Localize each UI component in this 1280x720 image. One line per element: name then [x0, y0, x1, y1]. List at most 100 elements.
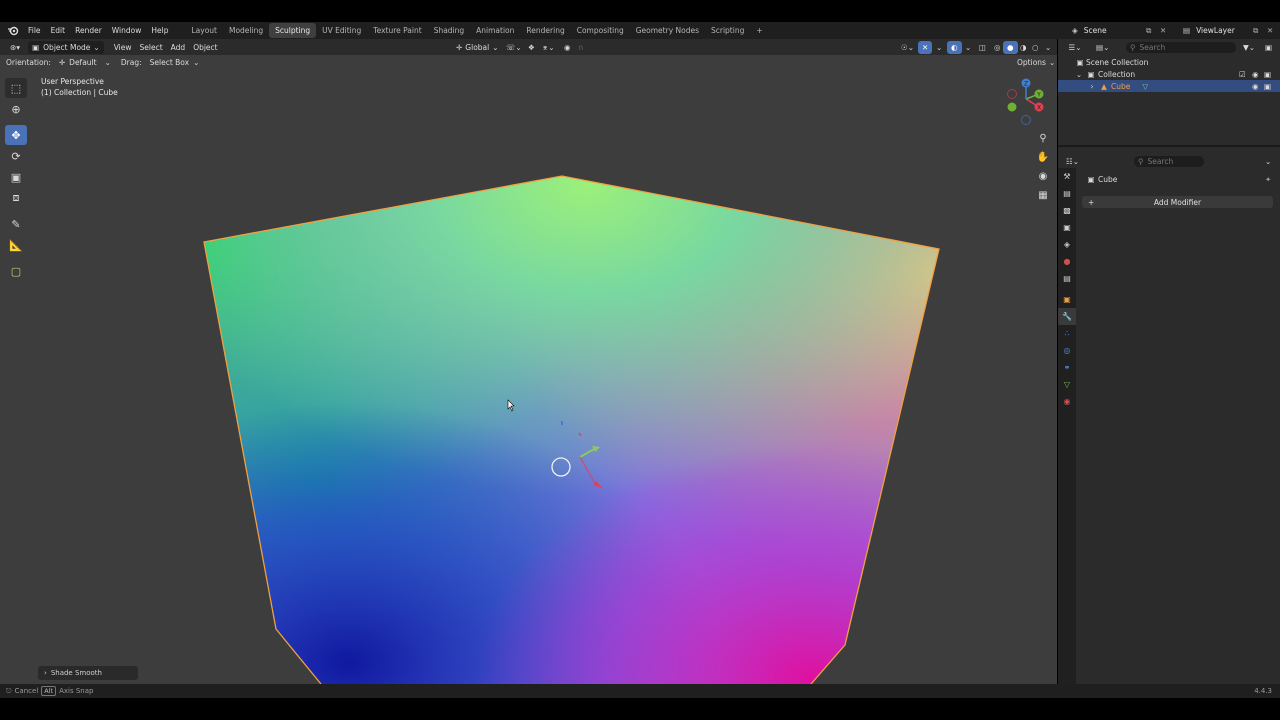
- select-box-tool-icon[interactable]: ⬚: [5, 78, 27, 98]
- camera-view-icon[interactable]: ◉: [1034, 167, 1052, 185]
- close-viewlayer-icon[interactable]: ✕: [1267, 26, 1273, 35]
- measure-tool-icon[interactable]: 📐: [5, 235, 27, 255]
- zoom-icon[interactable]: ⚲: [1034, 129, 1052, 147]
- overlay-toggle-icon[interactable]: ◐: [947, 40, 962, 54]
- gizmo-chevron-icon[interactable]: ⌄: [932, 41, 946, 54]
- tab-sculpting[interactable]: Sculpting: [269, 23, 317, 38]
- last-operator-panel[interactable]: › Shade Smooth: [38, 666, 138, 680]
- physics-tab-icon[interactable]: ◎: [1058, 342, 1076, 359]
- menu-select[interactable]: Select: [136, 41, 167, 54]
- add-cube-tool-icon[interactable]: ▢: [5, 261, 27, 281]
- render-tab-icon[interactable]: ▤: [1058, 185, 1076, 202]
- view-layer-tab-icon[interactable]: ▣: [1058, 219, 1076, 236]
- editor-type-icon[interactable]: ⊛▾: [6, 41, 24, 54]
- outliner-row-cube[interactable]: › ▲ Cube ▽ ◉ ▣: [1058, 80, 1280, 92]
- tool-tab-icon[interactable]: ⚒: [1058, 168, 1076, 185]
- pan-hand-icon[interactable]: ✋: [1034, 148, 1052, 166]
- exclude-checkbox-icon[interactable]: ☑: [1239, 70, 1246, 79]
- scene-tab-icon[interactable]: ◈: [1058, 236, 1076, 253]
- snap-icon[interactable]: ❖: [524, 41, 539, 54]
- proportional-edit-icon[interactable]: ◉: [560, 41, 575, 54]
- menu-object[interactable]: Object: [189, 41, 221, 54]
- data-tab-icon[interactable]: ▽: [1058, 376, 1076, 393]
- tab-geometry-nodes[interactable]: Geometry Nodes: [630, 23, 705, 38]
- snap-target-icon[interactable]: ⌆⌄: [538, 41, 559, 54]
- collection-tab-icon[interactable]: ▤: [1058, 270, 1076, 287]
- outliner-row-scene-collection[interactable]: ▣ Scene Collection: [1058, 56, 1280, 68]
- navigation-gizmo[interactable]: X Y Z: [1002, 74, 1052, 128]
- menu-add[interactable]: Add: [167, 41, 190, 54]
- constraints-tab-icon[interactable]: ⚭: [1058, 359, 1076, 376]
- camera-icon[interactable]: ▣: [1264, 82, 1271, 91]
- menu-edit[interactable]: Edit: [46, 26, 71, 35]
- tab-layout[interactable]: Layout: [185, 23, 223, 38]
- 3d-viewport[interactable]: [0, 39, 1057, 684]
- tab-shading[interactable]: Shading: [428, 23, 470, 38]
- overlay-chevron-icon[interactable]: ⌄: [961, 41, 975, 54]
- menu-file[interactable]: File: [23, 26, 46, 35]
- pivot-point-icon[interactable]: ☏⌄: [502, 41, 526, 54]
- options-dropdown[interactable]: Options ⌄: [1013, 56, 1059, 69]
- xray-icon[interactable]: ◫: [975, 41, 990, 54]
- scene-selector[interactable]: ◈ Scene ⧉ ✕: [1072, 23, 1180, 38]
- world-tab-icon[interactable]: ●: [1058, 253, 1076, 270]
- cube-mesh[interactable]: [0, 39, 1057, 684]
- tab-scripting[interactable]: Scripting: [705, 23, 750, 38]
- visibility-icon[interactable]: ☉⌄: [897, 41, 918, 54]
- add-modifier-button[interactable]: + Add Modifier: [1082, 196, 1273, 208]
- filter-icon[interactable]: ▼⌄: [1243, 43, 1255, 52]
- transform-tool-icon[interactable]: ⧈: [5, 188, 27, 208]
- ortho-grid-icon[interactable]: ▦: [1034, 186, 1052, 204]
- properties-search[interactable]: ⚲ Search: [1134, 155, 1204, 167]
- output-tab-icon[interactable]: ▩: [1058, 202, 1076, 219]
- mode-selector[interactable]: ▣ Object Mode ⌄: [28, 40, 104, 54]
- gizmo-neg-x-axis[interactable]: [1007, 89, 1017, 99]
- shading-chevron-icon[interactable]: ⌄: [1041, 41, 1055, 54]
- tab-uv-editing[interactable]: UV Editing: [316, 23, 367, 38]
- tab-modeling[interactable]: Modeling: [223, 23, 269, 38]
- gizmo-neg-y-axis[interactable]: [1007, 102, 1017, 112]
- tab-rendering[interactable]: Rendering: [520, 23, 570, 38]
- drag-dropdown[interactable]: Select Box ⌄: [146, 56, 204, 69]
- menu-help[interactable]: Help: [146, 26, 173, 35]
- falloff-icon[interactable]: ∩: [574, 41, 588, 54]
- tab-texture-paint[interactable]: Texture Paint: [367, 23, 427, 38]
- outliner-editor-icon[interactable]: ☰⌄: [1066, 43, 1084, 52]
- copy-scene-icon[interactable]: ⧉: [1146, 26, 1151, 36]
- chevron-down-icon[interactable]: ⌄: [1265, 157, 1271, 166]
- blender-logo-icon[interactable]: [0, 26, 23, 36]
- tab-animation[interactable]: Animation: [470, 23, 520, 38]
- gizmo-toggle-icon[interactable]: ✕: [918, 40, 933, 54]
- camera-icon[interactable]: ▣: [1264, 70, 1271, 79]
- properties-editor-icon[interactable]: ☷⌄: [1066, 157, 1079, 166]
- transform-orientation[interactable]: ✛ Global ⌄: [452, 41, 503, 54]
- menu-render[interactable]: Render: [70, 26, 107, 35]
- eye-icon[interactable]: ◉: [1252, 70, 1259, 79]
- tab-compositing[interactable]: Compositing: [571, 23, 630, 38]
- eye-icon[interactable]: ◉: [1252, 82, 1259, 91]
- display-mode-icon[interactable]: ▤⌄: [1096, 43, 1109, 52]
- gizmo-neg-z-axis[interactable]: [1021, 115, 1031, 125]
- annotate-tool-icon[interactable]: ✎: [5, 214, 27, 234]
- add-workspace-button[interactable]: +: [750, 23, 768, 38]
- mesh-data-icon[interactable]: ▽: [1142, 82, 1148, 91]
- modifier-tab-icon[interactable]: 🔧: [1058, 308, 1076, 325]
- outliner-search[interactable]: ⚲ Search: [1126, 41, 1236, 53]
- orientation-dropdown[interactable]: ✛ Default ⌄: [55, 56, 115, 69]
- particles-tab-icon[interactable]: ∴: [1058, 325, 1076, 342]
- object-tab-icon[interactable]: ▣: [1058, 291, 1076, 308]
- rotate-tool-icon[interactable]: ⟳: [5, 146, 27, 166]
- close-scene-icon[interactable]: ✕: [1160, 26, 1166, 35]
- viewlayer-selector[interactable]: ▤ ViewLayer ⧉ ✕: [1183, 23, 1280, 38]
- cursor-tool-icon[interactable]: ⊕: [5, 99, 27, 119]
- menu-view[interactable]: View: [110, 41, 136, 54]
- expand-arrow-icon[interactable]: ›: [1087, 82, 1097, 91]
- outliner-row-collection[interactable]: ⌄ ▣ Collection ☑ ◉ ▣: [1058, 68, 1280, 80]
- expand-arrow-icon[interactable]: ⌄: [1074, 70, 1084, 79]
- pin-icon[interactable]: ✦: [1265, 175, 1271, 184]
- scale-tool-icon[interactable]: ▣: [5, 167, 27, 187]
- new-collection-icon[interactable]: ▣: [1265, 43, 1272, 52]
- material-tab-icon[interactable]: ◉: [1058, 393, 1076, 410]
- move-tool-icon[interactable]: ✥: [5, 125, 27, 145]
- menu-window[interactable]: Window: [107, 26, 147, 35]
